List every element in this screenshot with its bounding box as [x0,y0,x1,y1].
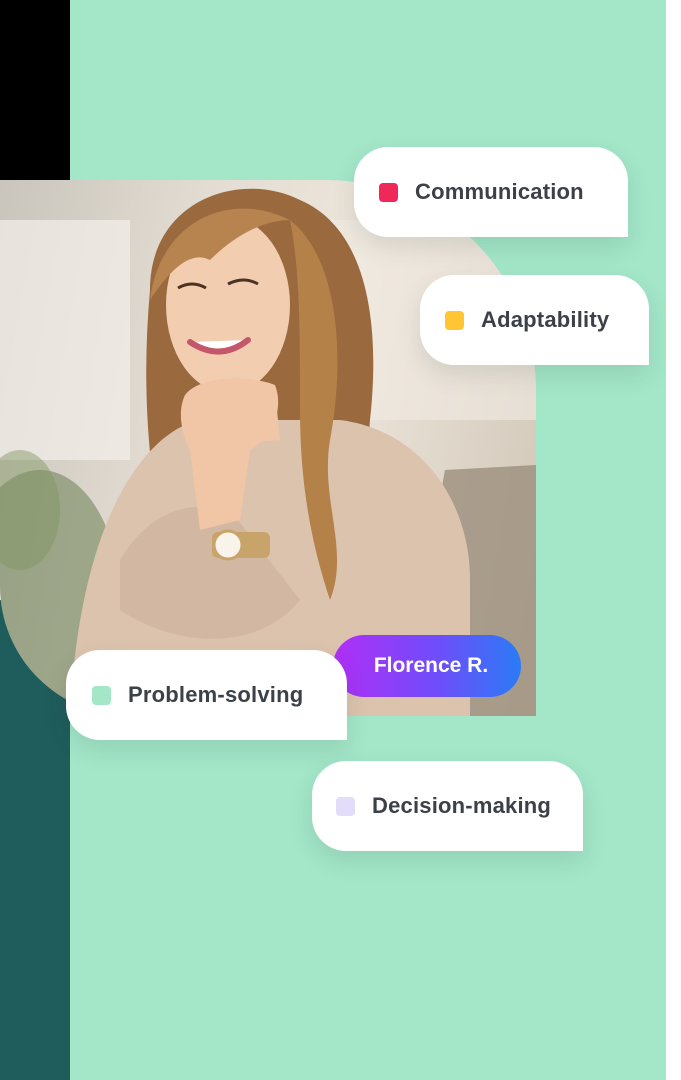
red-square-icon [379,182,398,202]
skill-label: Problem-solving [128,682,304,707]
mint-square-icon [92,685,111,705]
skill-card-problem-solving[interactable]: Problem-solving [66,650,347,740]
name-badge: Florence R. [333,635,521,697]
skill-label: Decision-making [372,793,552,818]
skill-card-adaptability[interactable]: Adaptability [420,275,649,365]
right-edge [666,0,681,1080]
name-label: Florence R. [373,654,489,677]
skill-label: Adaptability [481,307,610,332]
yellow-square-icon [445,310,464,330]
lavender-square-icon [336,796,355,816]
skill-card-communication[interactable]: Communication [354,147,628,237]
skill-card-decision-making[interactable]: Decision-making [312,761,583,851]
top-left-block [0,0,70,180]
skill-label: Communication [415,179,584,204]
